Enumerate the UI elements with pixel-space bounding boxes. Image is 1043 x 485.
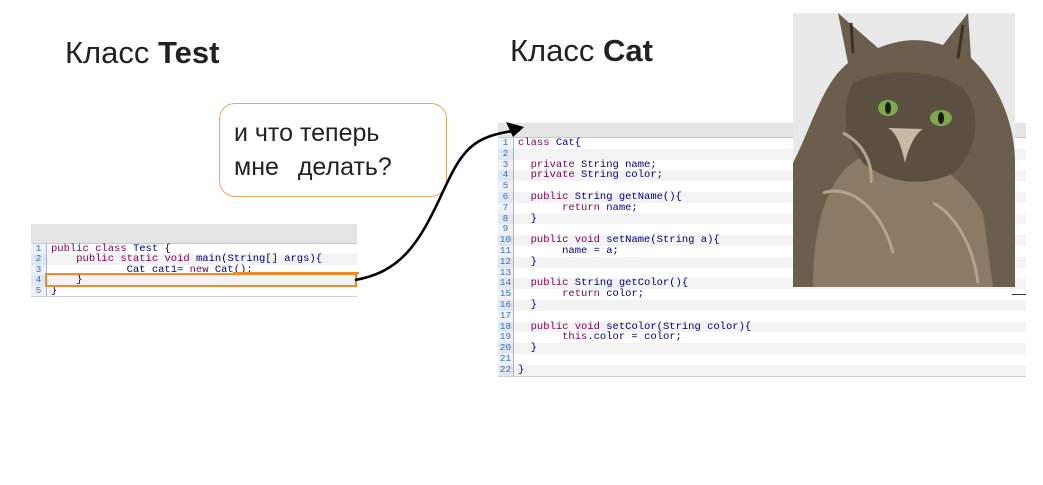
- code-text: private String color;: [530, 169, 663, 182]
- code-text: }: [518, 212, 537, 225]
- code-line: 15 return color;: [498, 288, 1026, 300]
- bubble-line-2: мне делать?: [234, 153, 392, 181]
- bubble-line-1: и что теперь: [234, 119, 380, 147]
- code-text: this.color = color;: [562, 331, 682, 344]
- highlight-box: [45, 273, 357, 287]
- title-class-test: Класс Test: [65, 35, 219, 71]
- code-text: }: [51, 284, 58, 297]
- line-number: 12: [498, 256, 514, 268]
- code-text: }: [518, 342, 537, 355]
- code-lines-test: 1 public class Test {2 public static void…: [31, 243, 357, 297]
- code-line: 22}: [498, 363, 1026, 376]
- code-text: class Cat{: [518, 137, 582, 149]
- speech-bubble: и что теперь мне делать?: [219, 103, 447, 197]
- title-class-cat: Класс Cat: [510, 33, 653, 69]
- code-text: }: [518, 363, 525, 376]
- cat-photo: [793, 13, 1015, 287]
- line-number: 22: [498, 364, 514, 376]
- code-panel-header: [31, 224, 357, 244]
- line-number: 7: [498, 202, 514, 214]
- code-line: 5}: [31, 284, 357, 297]
- title-class-name: Cat: [603, 33, 653, 68]
- line-number: 17: [498, 310, 514, 322]
- code-line: 21: [498, 353, 1026, 365]
- code-text: }: [518, 298, 537, 311]
- line-number: 2: [498, 148, 514, 160]
- divider-line: [1012, 294, 1026, 295]
- code-text: return name;: [562, 201, 638, 214]
- code-line: 16 }: [498, 298, 1026, 311]
- code-text: }: [518, 255, 537, 268]
- title-prefix: Класс: [510, 33, 603, 68]
- title-prefix: Класс: [65, 35, 158, 70]
- line-number: 5: [31, 285, 47, 296]
- cat-photo-illustration: [793, 13, 1015, 287]
- code-line: 19 this.color = color;: [498, 331, 1026, 344]
- title-class-name: Test: [158, 35, 220, 70]
- code-line: 20 }: [498, 342, 1026, 355]
